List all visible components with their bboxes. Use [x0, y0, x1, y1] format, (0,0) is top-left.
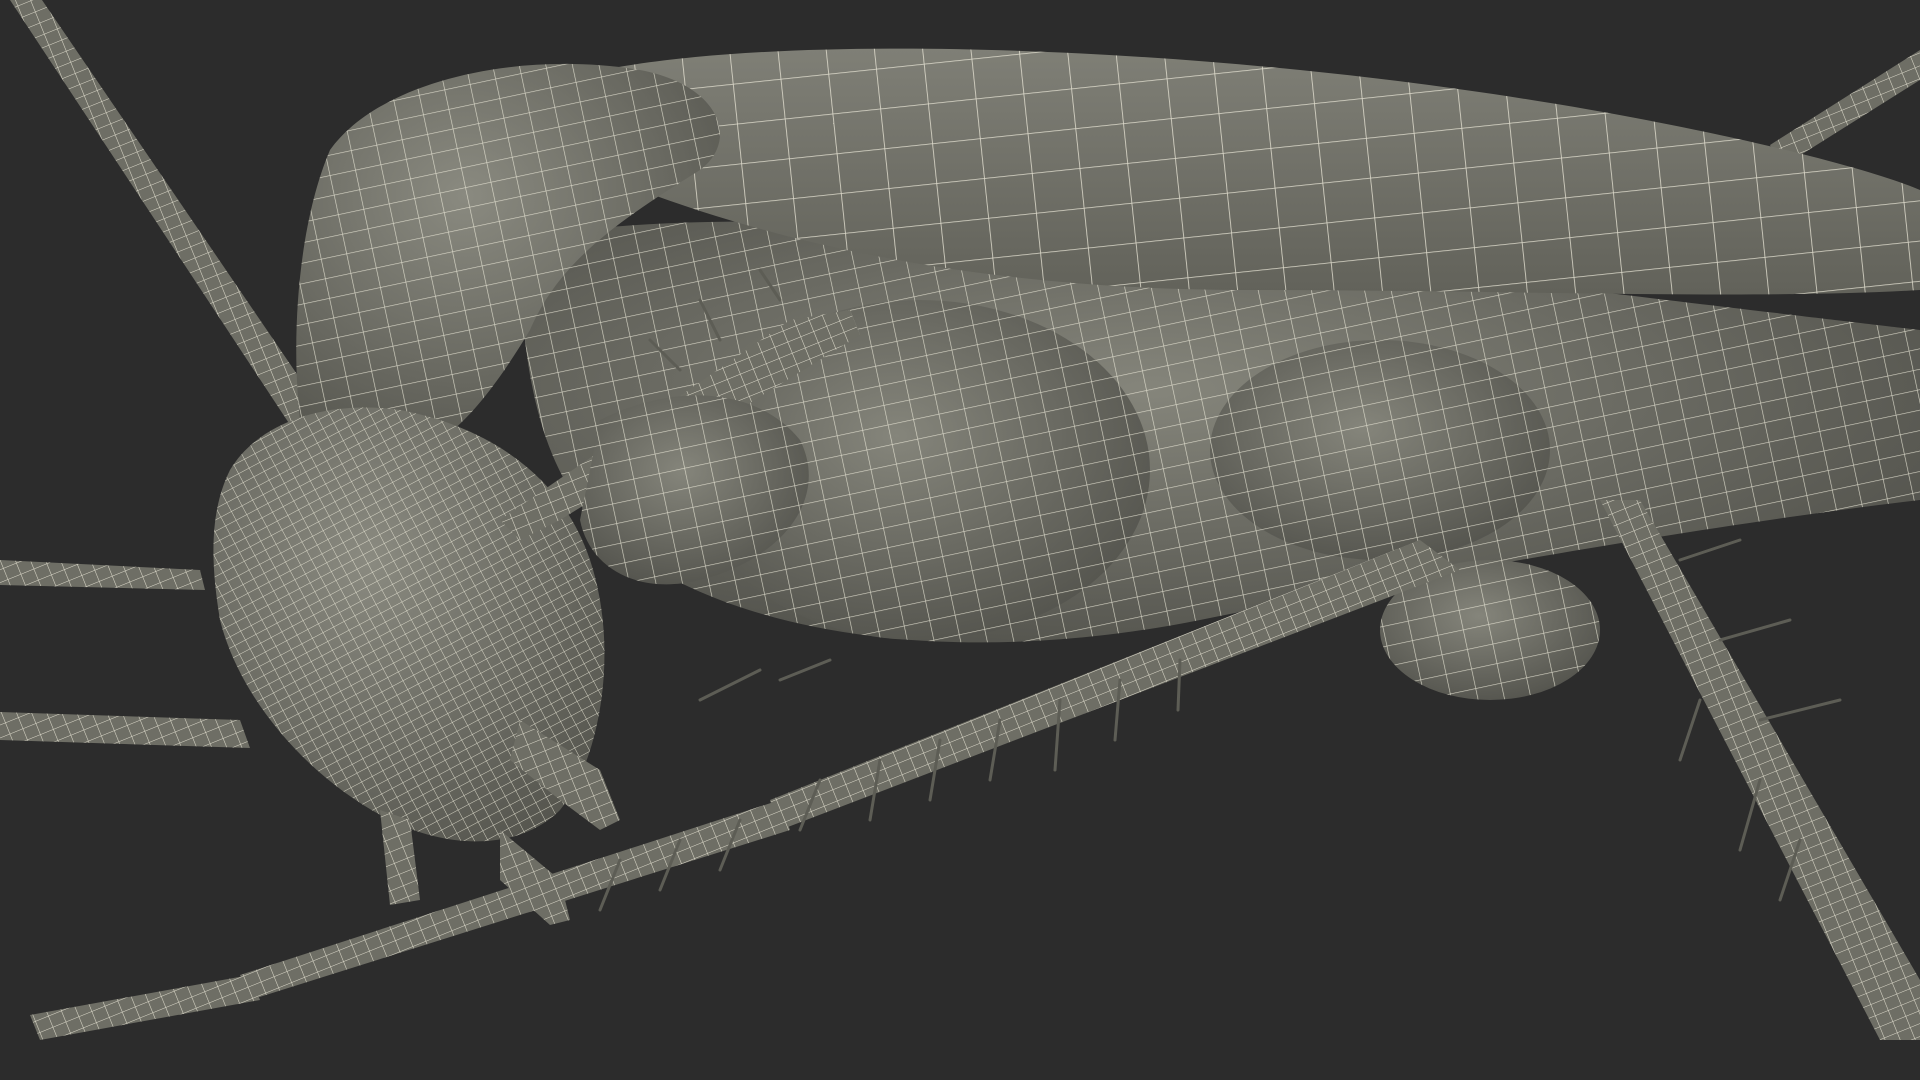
coxa-rear	[1210, 340, 1550, 560]
insect-model	[0, 0, 1920, 1080]
render-viewport	[0, 0, 1920, 1080]
